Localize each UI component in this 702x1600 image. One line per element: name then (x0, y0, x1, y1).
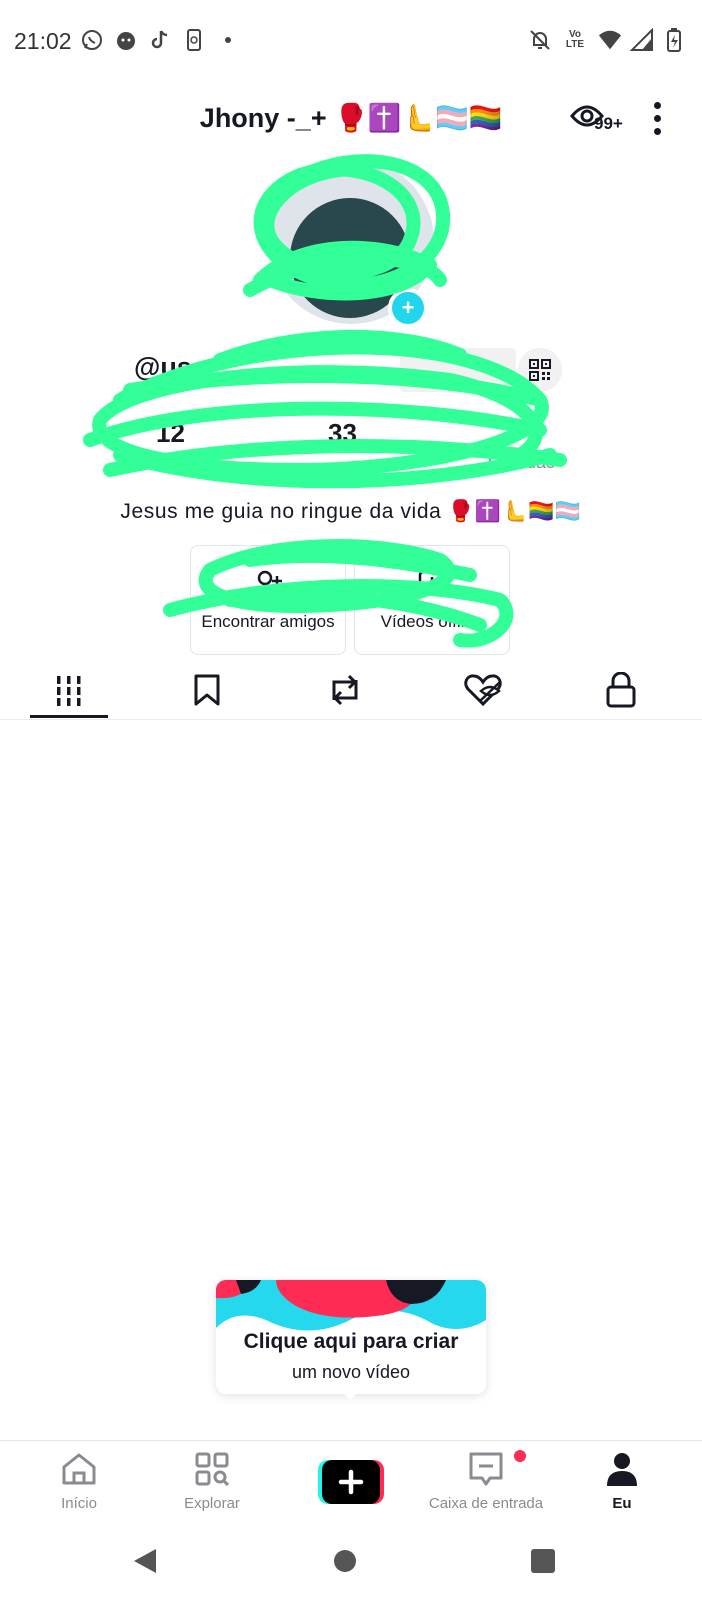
nav-explore[interactable]: Explorar (172, 1449, 252, 1521)
edit-profile-pill[interactable] (400, 348, 516, 392)
nav-me-label: Eu (612, 1495, 632, 1512)
home-icon (61, 1449, 97, 1489)
nav-inbox[interactable]: Caixa de entrada (416, 1449, 556, 1521)
recents-button[interactable] (528, 1546, 558, 1576)
more-options-button[interactable] (640, 98, 674, 138)
explore-icon (195, 1449, 229, 1489)
tiktok-icon (148, 28, 172, 52)
face-icon (114, 28, 138, 52)
profile-header: Jhony -_+ 🥊✝️🫷🏳️‍⚧️🏳️‍🌈 99+ (0, 90, 702, 146)
find-friends-label: Encontrar amigos (201, 612, 335, 631)
tab-liked[interactable] (444, 660, 522, 720)
followers-count[interactable]: 33 (328, 418, 357, 449)
grid-icon (57, 676, 81, 706)
tooltip-subtitle: um novo vídeo (291, 1362, 411, 1382)
add-avatar-button[interactable]: + (388, 288, 428, 328)
qr-code-icon (529, 359, 551, 381)
find-friends-button[interactable]: Encontrar amigos (190, 545, 346, 655)
hidden-heart-icon (464, 674, 502, 707)
tooltip-arrow (340, 1390, 360, 1400)
create-plus-icon (318, 1460, 384, 1504)
wifi-icon (598, 28, 622, 52)
create-button[interactable] (318, 1460, 384, 1504)
nav-explore-label: Explorar (184, 1495, 240, 1512)
back-button[interactable] (130, 1546, 160, 1576)
profile-views-button[interactable]: 99+ (570, 98, 628, 138)
offline-videos-label: Vídeos offline (380, 612, 484, 631)
notification-icons (80, 28, 240, 52)
system-navigation (0, 1528, 702, 1600)
more-icon-dot (653, 114, 661, 122)
battery-icon (662, 28, 686, 52)
home-button[interactable] (330, 1546, 360, 1576)
tooltip-title: Clique aqui para criar (243, 1330, 459, 1353)
whatsapp-icon (80, 28, 104, 52)
qr-code-button[interactable] (518, 348, 562, 392)
tab-private[interactable] (582, 660, 660, 720)
system-icons: Vo LTE (528, 28, 686, 52)
home-circle-icon (334, 1550, 356, 1572)
likes-label: Curtidas (488, 452, 556, 472)
inbox-notification-dot (514, 1450, 526, 1462)
username: @use (134, 352, 207, 382)
more-icon (653, 101, 661, 109)
bookmark-icon (194, 674, 220, 706)
phone-sync-icon (182, 28, 206, 52)
tab-videos[interactable] (30, 660, 108, 720)
offline-video-icon (355, 568, 509, 598)
bell-off-icon (528, 28, 552, 52)
more-icon-dot (653, 127, 661, 135)
views-count: 99+ (594, 114, 623, 133)
status-bar: 21:02 Vo LTE (0, 0, 702, 86)
repost-icon (332, 674, 358, 706)
following-count[interactable]: 12 (156, 418, 185, 449)
profile-icon (605, 1449, 639, 1489)
nav-inbox-label: Caixa de entrada (428, 1495, 544, 1512)
inbox-icon (468, 1449, 504, 1489)
profile-tabs (0, 660, 702, 720)
nav-me[interactable]: Eu (600, 1449, 644, 1521)
add-friend-icon (191, 568, 345, 598)
recents-icon (531, 1549, 555, 1573)
lock-icon (606, 672, 636, 708)
back-icon (134, 1549, 156, 1573)
plus-icon: + (401, 295, 415, 320)
status-time: 21:02 (14, 28, 72, 54)
active-tab-indicator (30, 715, 108, 718)
create-video-tooltip[interactable]: Clique aqui para criar um novo vídeo (216, 1280, 486, 1394)
dot-icon (216, 28, 240, 52)
profile-bio: Jesus me guia no ringue da vida 🥊✝️🫷🏳️‍🌈… (120, 500, 582, 523)
nav-home-label: Início (61, 1495, 97, 1512)
tab-saved[interactable] (168, 660, 246, 720)
volte-icon: Vo LTE (565, 29, 585, 50)
offline-videos-button[interactable]: Vídeos offline (354, 545, 510, 655)
signal-icon (630, 28, 654, 52)
tab-reposts[interactable] (306, 660, 384, 720)
nav-home[interactable]: Início (44, 1449, 114, 1521)
